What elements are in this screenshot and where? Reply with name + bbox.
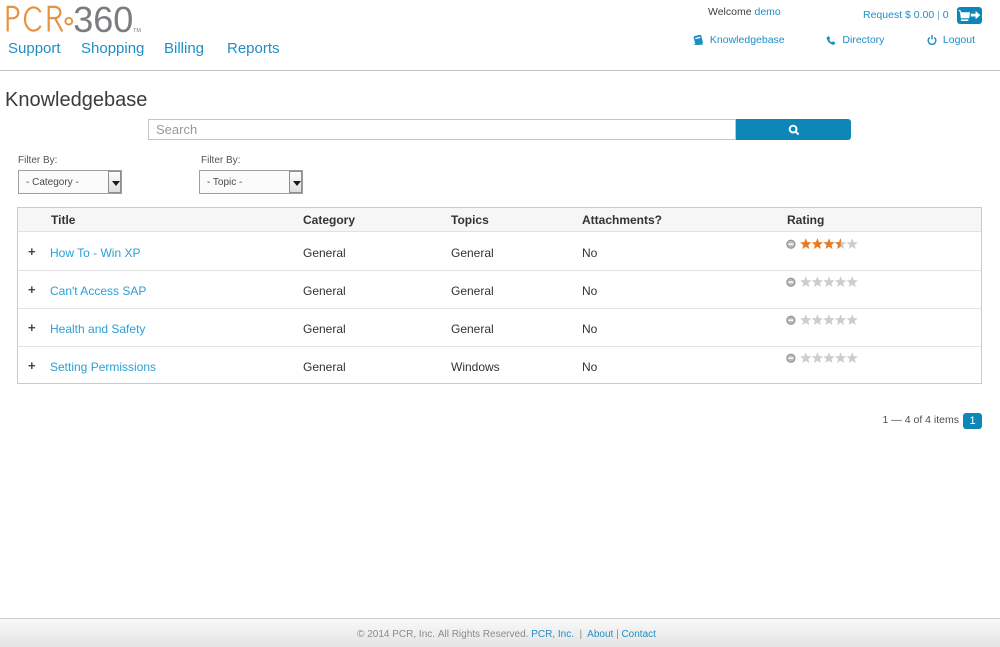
- svg-text:360: 360: [73, 5, 133, 40]
- svg-text:TM: TM: [133, 28, 141, 34]
